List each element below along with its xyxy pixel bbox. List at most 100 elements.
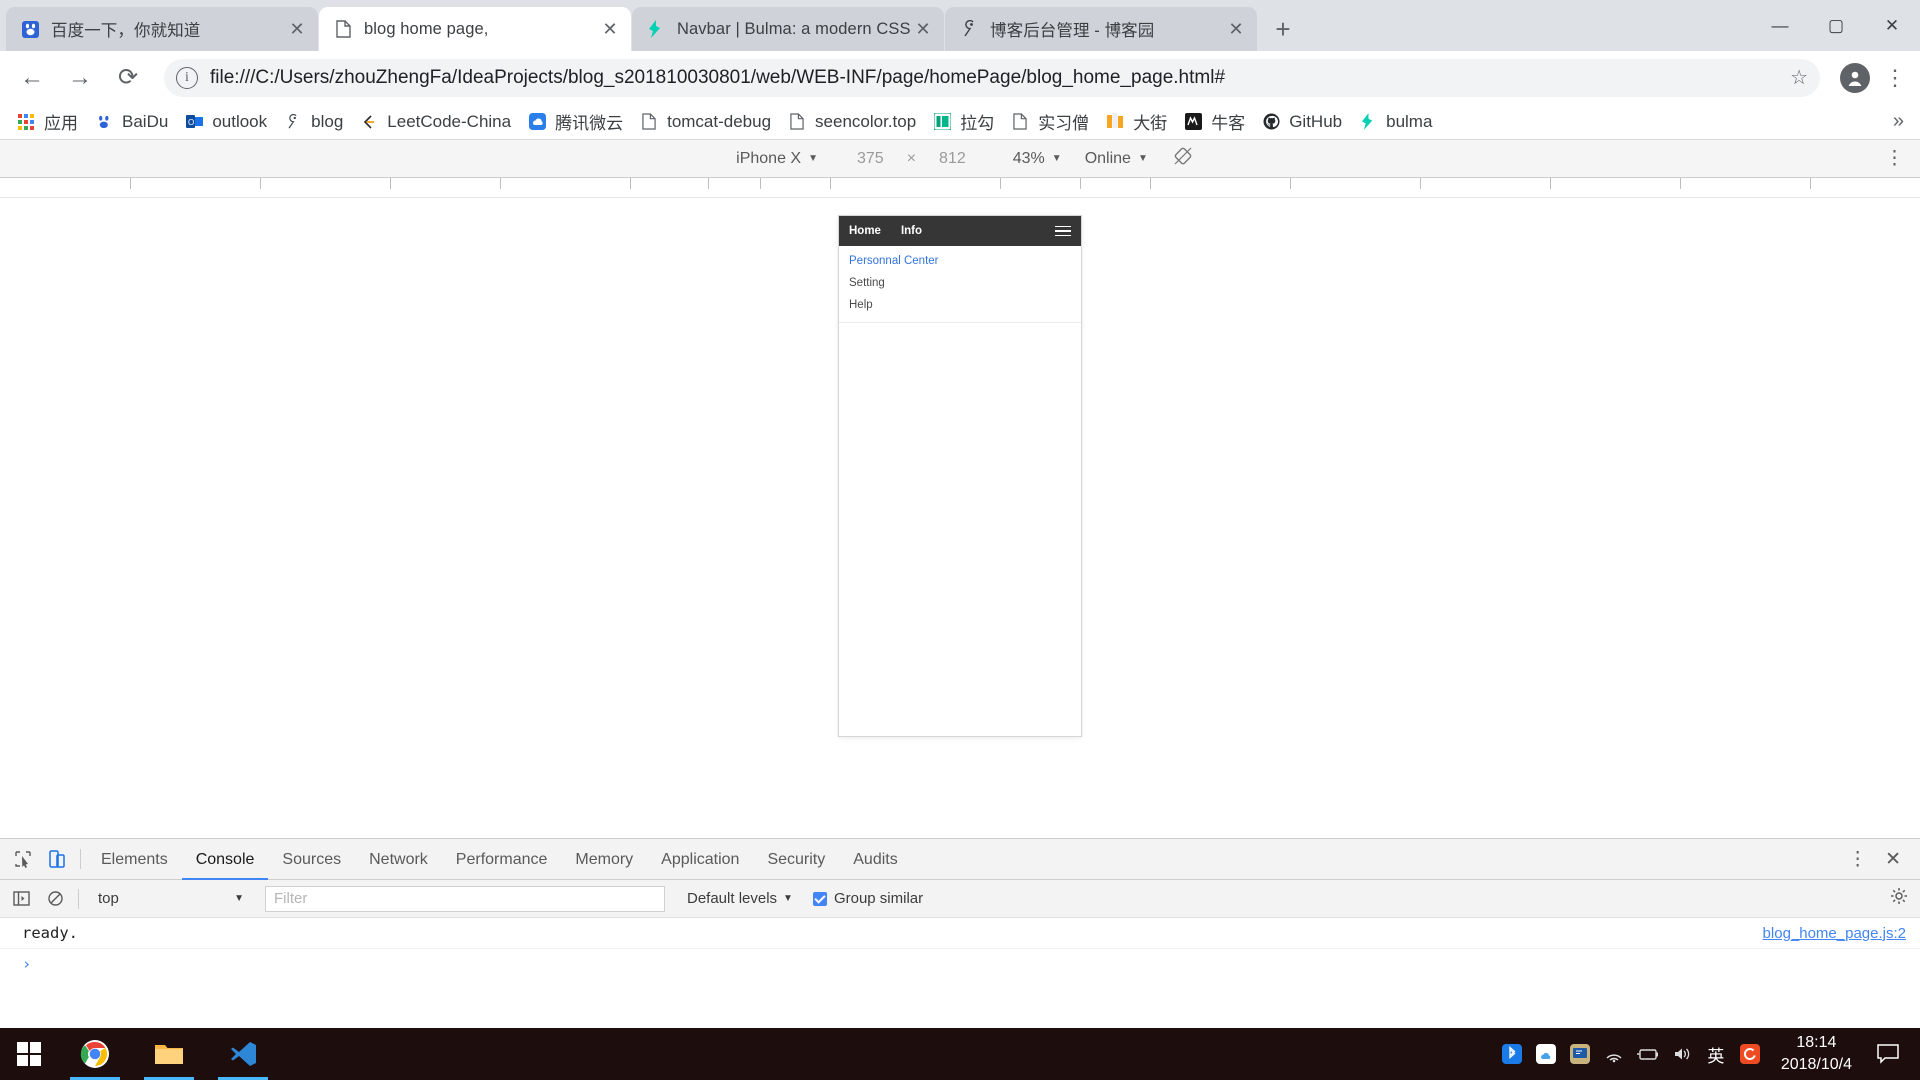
browser-tab-blog-home-page[interactable]: blog home page, ✕ xyxy=(319,7,631,51)
menu-item-help[interactable]: Help xyxy=(839,294,1081,316)
site-info-icon[interactable]: i xyxy=(176,66,198,89)
battery-icon[interactable] xyxy=(1631,1028,1665,1080)
zoom-selector[interactable]: 43% ▼ xyxy=(1013,150,1062,168)
tab-console[interactable]: Console xyxy=(182,839,269,880)
rotate-icon[interactable] xyxy=(1173,146,1193,171)
console-input-prompt[interactable]: › xyxy=(0,949,1920,979)
tab-audits[interactable]: Audits xyxy=(839,839,911,880)
navbar-item-info[interactable]: Info xyxy=(901,225,922,237)
tab-security[interactable]: Security xyxy=(753,839,839,880)
page-icon xyxy=(1010,112,1030,132)
tab-application[interactable]: Application xyxy=(647,839,753,880)
clear-console-icon[interactable] xyxy=(38,882,72,916)
device-width-input[interactable]: 375 xyxy=(857,150,884,168)
taskbar-app-chrome[interactable] xyxy=(58,1028,132,1080)
browser-tab-cnblogs-admin[interactable]: 博客后台管理 - 博客园 ✕ xyxy=(945,7,1257,51)
bookmark-baidu[interactable]: BaiDu xyxy=(86,107,176,137)
console-message-source-link[interactable]: blog_home_page.js:2 xyxy=(1763,925,1906,942)
bookmark-dajie[interactable]: 大街 xyxy=(1097,107,1175,137)
bookmark-apps[interactable]: 应用 xyxy=(8,107,86,137)
apps-grid-icon xyxy=(16,112,36,132)
console-sidebar-icon[interactable] xyxy=(4,882,38,916)
action-center-icon[interactable] xyxy=(1866,1043,1910,1065)
dajie-icon xyxy=(1105,112,1125,132)
remote-desktop-icon[interactable] xyxy=(1563,1028,1597,1080)
gear-icon[interactable] xyxy=(1890,887,1920,910)
bookmark-blog[interactable]: blog xyxy=(275,107,351,137)
close-window-icon[interactable]: ✕ xyxy=(1864,0,1920,51)
console-levels-selector[interactable]: Default levels ▼ xyxy=(687,890,793,907)
forward-button[interactable]: → xyxy=(58,56,102,100)
hamburger-icon[interactable] xyxy=(1055,225,1071,237)
bookmark-label: blog xyxy=(311,111,344,131)
bookmark-label: tomcat-debug xyxy=(667,111,772,131)
new-tab-button[interactable]: + xyxy=(1266,12,1300,46)
bookmark-github[interactable]: GitHub xyxy=(1253,107,1350,137)
taskbar-app-vscode[interactable] xyxy=(206,1028,280,1080)
menu-item-personnal-center[interactable]: Personnal Center xyxy=(839,250,1081,272)
bookmark-lagou[interactable]: 拉勾 xyxy=(924,107,1002,137)
console-filter-input[interactable]: Filter xyxy=(265,885,665,912)
tab-sources[interactable]: Sources xyxy=(268,839,355,880)
browser-tab-bulma-navbar[interactable]: Navbar | Bulma: a modern CSS ✕ xyxy=(632,7,944,51)
nowcoder-icon xyxy=(1183,112,1203,132)
bulma-icon xyxy=(1358,112,1378,132)
bookmarks-overflow-icon[interactable]: » xyxy=(1893,110,1912,133)
bookmark-star-icon[interactable]: ☆ xyxy=(1790,65,1808,90)
console-context-selector[interactable]: top ▼ xyxy=(91,886,251,912)
close-icon[interactable]: ✕ xyxy=(1225,18,1247,40)
address-bar[interactable]: i file:///C:/Users/zhouZhengFa/IdeaProje… xyxy=(164,58,1820,97)
bookmark-leetcode-china[interactable]: LeetCode-China xyxy=(351,107,519,137)
volume-icon[interactable] xyxy=(1665,1028,1699,1080)
chevron-down-icon: ▼ xyxy=(1137,153,1148,164)
tab-performance[interactable]: Performance xyxy=(442,839,562,880)
close-devtools-icon[interactable]: ✕ xyxy=(1876,848,1910,871)
bookmark-outlook[interactable]: O outlook xyxy=(176,107,275,137)
reload-button[interactable]: ⟳ xyxy=(106,56,150,100)
maximize-icon[interactable]: ▢ xyxy=(1808,0,1864,51)
windows-start-icon[interactable] xyxy=(0,1028,58,1080)
wifi-icon[interactable] xyxy=(1597,1028,1631,1080)
devtools-menu-icon[interactable]: ⋮ xyxy=(1839,848,1876,871)
minimize-icon[interactable]: — xyxy=(1752,0,1808,51)
ime-english-icon[interactable]: 英 xyxy=(1699,1028,1733,1080)
navbar-item-home[interactable]: Home xyxy=(849,225,881,237)
bluetooth-icon[interactable] xyxy=(1495,1028,1529,1080)
bookmark-nowcoder[interactable]: 牛客 xyxy=(1175,107,1253,137)
bookmark-weiyun[interactable]: 腾讯微云 xyxy=(519,107,631,137)
browser-tab-baidu[interactable]: 百度一下，你就知道 ✕ xyxy=(6,7,318,51)
baidu-icon xyxy=(20,19,40,39)
bookmark-seencolor-top[interactable]: seencolor.top xyxy=(779,107,924,137)
profile-avatar[interactable] xyxy=(1840,62,1870,93)
chevron-down-icon: ▼ xyxy=(808,153,818,164)
close-icon[interactable]: ✕ xyxy=(599,18,621,40)
bookmark-tomcat-debug[interactable]: tomcat-debug xyxy=(631,107,779,137)
group-similar-checkbox[interactable] xyxy=(812,891,827,906)
system-tray: 英 18:14 2018/10/4 xyxy=(1495,1028,1920,1080)
window-controls: — ▢ ✕ xyxy=(1752,0,1920,51)
browser-menu-icon[interactable]: ⋮ xyxy=(1880,66,1910,89)
bookmark-bulma[interactable]: bulma xyxy=(1350,107,1440,137)
close-icon[interactable]: ✕ xyxy=(912,18,934,40)
device-toggle-icon[interactable] xyxy=(40,842,74,876)
sogou-icon[interactable] xyxy=(1733,1028,1767,1080)
tab-memory[interactable]: Memory xyxy=(561,839,647,880)
svg-text:O: O xyxy=(188,118,194,127)
close-icon[interactable]: ✕ xyxy=(286,18,308,40)
menu-item-setting[interactable]: Setting xyxy=(839,272,1081,294)
bookmark-label: GitHub xyxy=(1289,111,1343,131)
back-button[interactable]: ← xyxy=(10,56,54,100)
bookmark-shixiseng[interactable]: 实习僧 xyxy=(1002,107,1097,137)
device-selector[interactable]: iPhone X ▼ xyxy=(736,150,818,168)
bookmark-label: 腾讯微云 xyxy=(555,114,624,133)
browser-toolbar: ← → ⟳ i file:///C:/Users/zhouZhengFa/Ide… xyxy=(0,51,1920,104)
device-height-input[interactable]: 812 xyxy=(939,150,966,168)
inspect-cursor-icon[interactable] xyxy=(6,842,40,876)
taskbar-app-file-explorer[interactable] xyxy=(132,1028,206,1080)
onedrive-icon[interactable] xyxy=(1529,1028,1563,1080)
throttling-selector[interactable]: Online ▼ xyxy=(1085,150,1148,168)
tab-elements[interactable]: Elements xyxy=(87,839,182,880)
device-toolbar-menu-icon[interactable]: ⋮ xyxy=(1885,149,1904,168)
tab-network[interactable]: Network xyxy=(355,839,442,880)
taskbar-clock[interactable]: 18:14 2018/10/4 xyxy=(1767,1032,1866,1075)
